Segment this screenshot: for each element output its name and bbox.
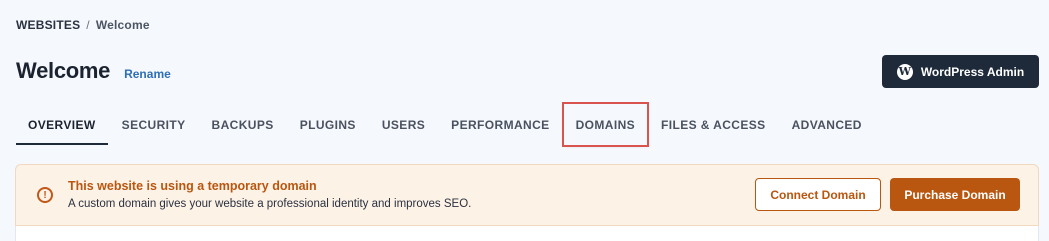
alert-title: This website is using a temporary domain [68,179,317,193]
connect-domain-button[interactable]: Connect Domain [755,178,881,211]
wordpress-admin-button[interactable]: W WordPress Admin [882,55,1039,88]
alert-text: This website is using a temporary domain… [68,179,471,210]
site-tabs: OVERVIEW SECURITY BACKUPS PLUGINS USERS … [16,102,876,147]
tab-users[interactable]: USERS [370,104,437,145]
wordpress-admin-label: WordPress Admin [920,64,1025,79]
rename-link[interactable]: Rename [124,67,171,81]
breadcrumb-websites-link[interactable]: WEBSITES [16,18,80,32]
tab-domains[interactable]: DOMAINS [561,102,650,147]
tab-files-access[interactable]: FILES & ACCESS [649,104,778,145]
title-row: Welcome Rename [16,58,171,84]
breadcrumb-current: Welcome [95,18,150,32]
alert-description: A custom domain gives your website a pro… [68,198,472,210]
tab-security[interactable]: SECURITY [110,104,198,145]
tab-overview[interactable]: OVERVIEW [16,104,108,145]
purchase-domain-button[interactable]: Purchase Domain [890,178,1020,211]
tab-advanced[interactable]: ADVANCED [780,104,874,145]
content-card [15,226,1039,241]
tab-backups[interactable]: BACKUPS [200,104,286,145]
warning-icon: ! [37,187,53,203]
wordpress-icon: W [896,63,913,80]
page-title: Welcome [16,58,111,83]
tab-plugins[interactable]: PLUGINS [288,104,368,145]
breadcrumb-separator: / [86,18,90,32]
breadcrumb: WEBSITES / Welcome [16,18,150,32]
temporary-domain-alert: ! This website is using a temporary doma… [15,164,1039,226]
tab-performance[interactable]: PERFORMANCE [439,104,561,145]
